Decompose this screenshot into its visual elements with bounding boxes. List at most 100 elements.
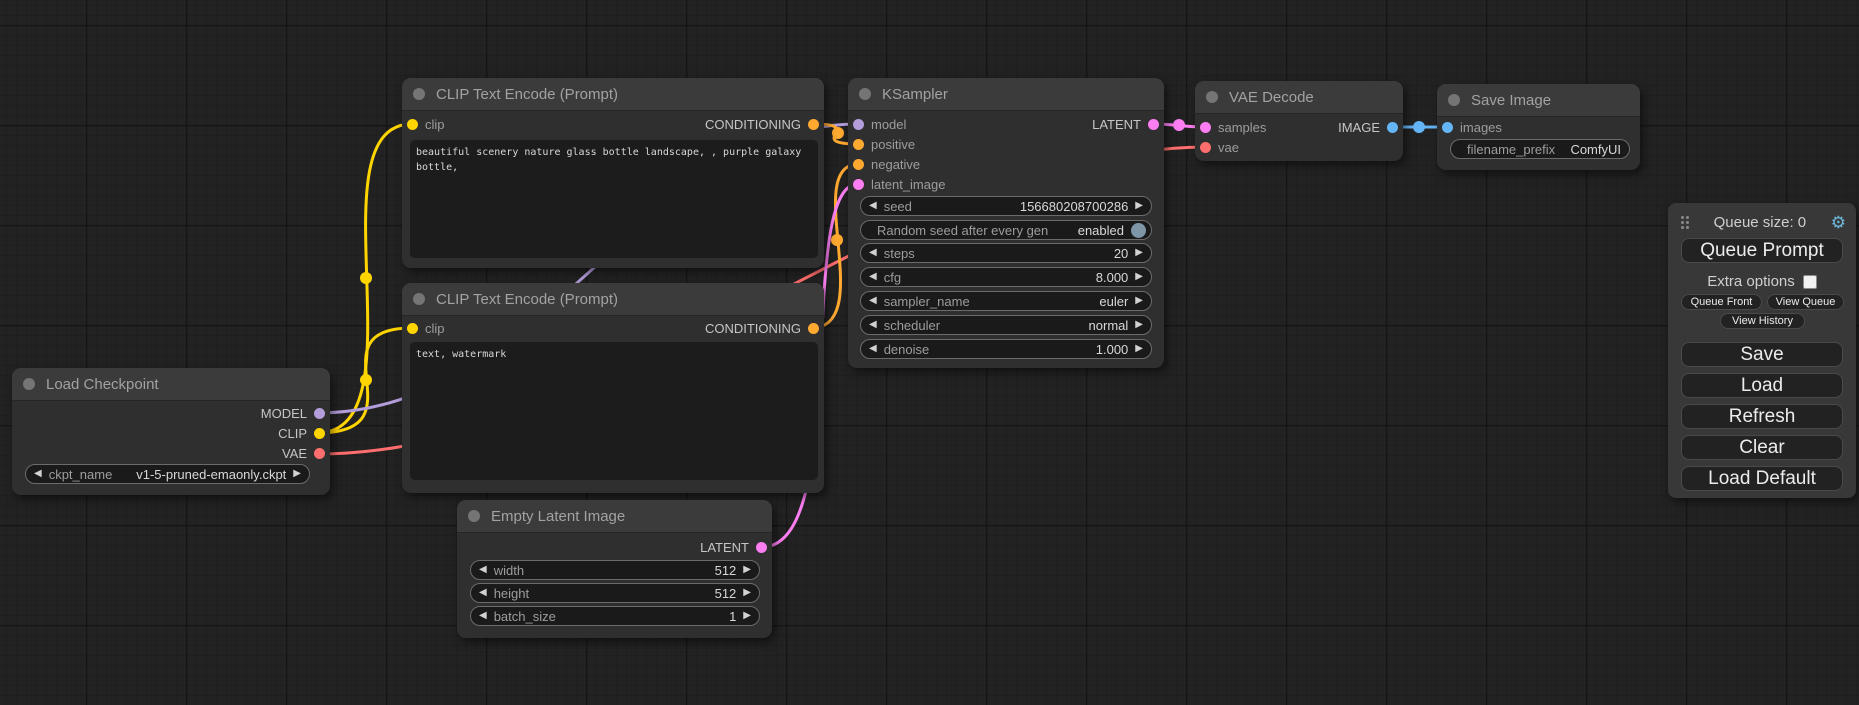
output-dot-model[interactable] — [314, 408, 325, 419]
increment-arrow-icon[interactable]: ▶ — [1135, 344, 1143, 354]
node-vae-decode[interactable]: VAE Decode samples vae IMAGE — [1195, 81, 1403, 161]
link-midpoint-dot[interactable] — [360, 272, 372, 284]
refresh-button[interactable]: Refresh — [1681, 404, 1843, 429]
toggle-circle-icon[interactable] — [1131, 223, 1146, 238]
decrement-arrow-icon[interactable]: ◀ — [869, 201, 877, 211]
link-midpoint-dot[interactable] — [1173, 119, 1185, 131]
link-midpoint-dot[interactable] — [832, 127, 844, 139]
widget-width[interactable]: ◀ width 512 ▶ — [470, 560, 760, 580]
decrement-arrow-icon[interactable]: ◀ — [869, 344, 877, 354]
node-load-checkpoint[interactable]: Load Checkpoint MODEL CLIP VAE ◀ ckpt_na… — [12, 368, 330, 495]
node-header[interactable]: CLIP Text Encode (Prompt) — [402, 283, 824, 316]
node-ksampler[interactable]: KSampler model positive negative latent_… — [848, 78, 1164, 368]
increment-arrow-icon[interactable]: ▶ — [1135, 272, 1143, 282]
queue-front-button[interactable]: Queue Front — [1681, 294, 1762, 310]
link-midpoint-dot[interactable] — [360, 374, 372, 386]
load-button[interactable]: Load — [1681, 373, 1843, 398]
node-clip-text-encode-negative[interactable]: CLIP Text Encode (Prompt) clip CONDITION… — [402, 283, 824, 493]
clear-button[interactable]: Clear — [1681, 435, 1843, 460]
widget-cfg[interactable]: ◀ cfg 8.000 ▶ — [860, 267, 1152, 287]
decrement-arrow-icon[interactable]: ◀ — [479, 565, 487, 575]
input-dot-positive[interactable] — [853, 139, 864, 150]
node-empty-latent-image[interactable]: Empty Latent Image LATENT ◀ width 512 ▶ … — [457, 500, 772, 638]
increment-arrow-icon[interactable]: ▶ — [743, 565, 751, 575]
increment-arrow-icon[interactable]: ▶ — [293, 469, 301, 479]
decrement-arrow-icon[interactable]: ◀ — [34, 469, 42, 479]
widget-value: normal — [1089, 318, 1129, 333]
input-dot-images[interactable] — [1442, 122, 1453, 133]
input-dot-samples[interactable] — [1200, 122, 1211, 133]
decrement-arrow-icon[interactable]: ◀ — [869, 248, 877, 258]
output-dot-vae[interactable] — [314, 448, 325, 459]
widget-filename-prefix[interactable]: filename_prefix ComfyUI — [1450, 139, 1630, 159]
load-default-button[interactable]: Load Default — [1681, 466, 1843, 491]
widget-steps[interactable]: ◀ steps 20 ▶ — [860, 243, 1152, 263]
widget-height[interactable]: ◀ height 512 ▶ — [470, 583, 760, 603]
node-header[interactable]: VAE Decode — [1195, 81, 1403, 114]
view-queue-button[interactable]: View Queue — [1767, 294, 1844, 310]
drag-handle-icon[interactable] — [1681, 216, 1689, 229]
collapse-dot-icon[interactable] — [859, 88, 871, 100]
extra-options-checkbox[interactable] — [1803, 275, 1817, 289]
widget-label: width — [494, 563, 524, 578]
input-dot-clip[interactable] — [407, 323, 418, 334]
node-header[interactable]: CLIP Text Encode (Prompt) — [402, 78, 824, 111]
widget-denoise[interactable]: ◀ denoise 1.000 ▶ — [860, 339, 1152, 359]
widget-seed[interactable]: ◀ seed 156680208700286 ▶ — [860, 196, 1152, 216]
view-history-button[interactable]: View History — [1720, 313, 1805, 329]
link-midpoint-dot[interactable] — [1413, 121, 1425, 133]
decrement-arrow-icon[interactable]: ◀ — [479, 611, 487, 621]
increment-arrow-icon[interactable]: ▶ — [743, 588, 751, 598]
widget-scheduler[interactable]: ◀ scheduler normal ▶ — [860, 315, 1152, 335]
link-midpoint-dot[interactable] — [831, 234, 843, 246]
output-slot-image: IMAGE — [1338, 117, 1398, 137]
decrement-arrow-icon[interactable]: ◀ — [869, 320, 877, 330]
increment-arrow-icon[interactable]: ▶ — [1135, 248, 1143, 258]
widget-sampler-name[interactable]: ◀ sampler_name euler ▶ — [860, 291, 1152, 311]
collapse-dot-icon[interactable] — [468, 510, 480, 522]
settings-gear-icon[interactable]: ⚙ — [1831, 214, 1846, 231]
widget-batch-size[interactable]: ◀ batch_size 1 ▶ — [470, 606, 760, 626]
input-dot-model[interactable] — [853, 119, 864, 130]
output-dot-latent[interactable] — [1148, 119, 1159, 130]
output-dot-conditioning[interactable] — [808, 323, 819, 334]
save-button[interactable]: Save — [1681, 342, 1843, 367]
widget-random-seed-toggle[interactable]: Random seed after every gen enabled — [860, 220, 1152, 240]
collapse-dot-icon[interactable] — [1448, 94, 1460, 106]
prompt-textarea[interactable]: beautiful scenery nature glass bottle la… — [410, 140, 818, 258]
node-header[interactable]: Empty Latent Image — [457, 500, 772, 533]
output-dot-latent[interactable] — [756, 542, 767, 553]
node-graph-canvas[interactable]: Load Checkpoint MODEL CLIP VAE ◀ ckpt_na… — [0, 0, 1859, 705]
increment-arrow-icon[interactable]: ▶ — [1135, 201, 1143, 211]
input-dot-clip[interactable] — [407, 119, 418, 130]
prompt-textarea[interactable]: text, watermark — [410, 342, 818, 480]
input-slot-vae: vae — [1200, 137, 1239, 157]
increment-arrow-icon[interactable]: ▶ — [743, 611, 751, 621]
increment-arrow-icon[interactable]: ▶ — [1135, 320, 1143, 330]
widget-ckpt-name[interactable]: ◀ ckpt_name v1-5-pruned-emaonly.ckpt ▶ — [25, 464, 310, 484]
collapse-dot-icon[interactable] — [413, 88, 425, 100]
node-header[interactable]: KSampler — [848, 78, 1164, 111]
collapse-dot-icon[interactable] — [413, 293, 425, 305]
extra-options-label: Extra options — [1707, 273, 1795, 290]
node-title: CLIP Text Encode (Prompt) — [436, 86, 618, 103]
collapse-dot-icon[interactable] — [23, 378, 35, 390]
decrement-arrow-icon[interactable]: ◀ — [869, 272, 877, 282]
input-dot-latent-image[interactable] — [853, 179, 864, 190]
decrement-arrow-icon[interactable]: ◀ — [479, 588, 487, 598]
output-dot-conditioning[interactable] — [808, 119, 819, 130]
decrement-arrow-icon[interactable]: ◀ — [869, 296, 877, 306]
collapse-dot-icon[interactable] — [1206, 91, 1218, 103]
increment-arrow-icon[interactable]: ▶ — [1135, 296, 1143, 306]
input-dot-negative[interactable] — [853, 159, 864, 170]
node-save-image[interactable]: Save Image images filename_prefix ComfyU… — [1437, 84, 1640, 170]
node-header[interactable]: Load Checkpoint — [12, 368, 330, 401]
node-clip-text-encode-positive[interactable]: CLIP Text Encode (Prompt) clip CONDITION… — [402, 78, 824, 268]
widget-label: steps — [884, 246, 915, 261]
node-header[interactable]: Save Image — [1437, 84, 1640, 117]
input-dot-vae[interactable] — [1200, 142, 1211, 153]
slot-label: CLIP — [278, 426, 307, 441]
queue-prompt-button[interactable]: Queue Prompt — [1681, 238, 1843, 263]
output-dot-image[interactable] — [1387, 122, 1398, 133]
output-dot-clip[interactable] — [314, 428, 325, 439]
